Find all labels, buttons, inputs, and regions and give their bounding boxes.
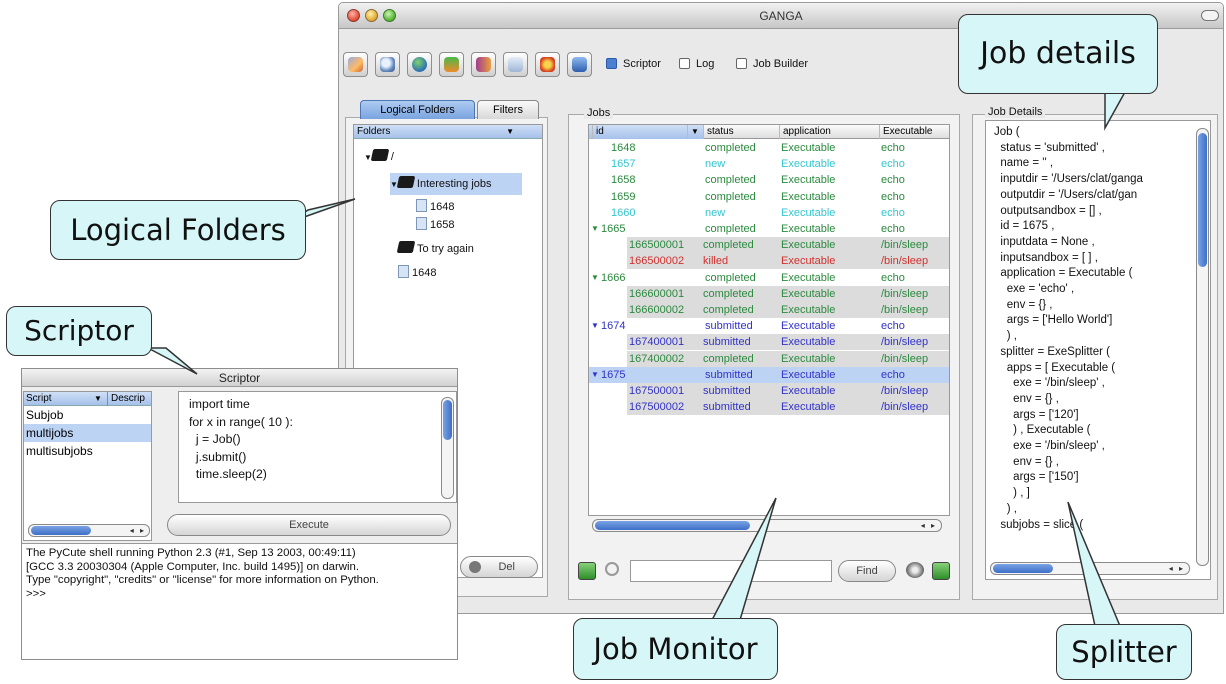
splitter-callout: Splitter xyxy=(1056,624,1192,680)
scriptor-callout-tail xyxy=(147,347,198,375)
logical-folders-callout: Logical Folders xyxy=(50,200,306,260)
job-monitor-callout: Job Monitor xyxy=(573,618,778,680)
scriptor-callout: Scriptor xyxy=(6,306,152,356)
job-details-callout: Job details xyxy=(958,14,1158,94)
callout-leaders xyxy=(147,91,1127,627)
job-details-callout-tail xyxy=(1104,91,1127,131)
job-monitor-callout-tail xyxy=(710,497,777,621)
splitter-callout-tail xyxy=(1067,501,1122,627)
